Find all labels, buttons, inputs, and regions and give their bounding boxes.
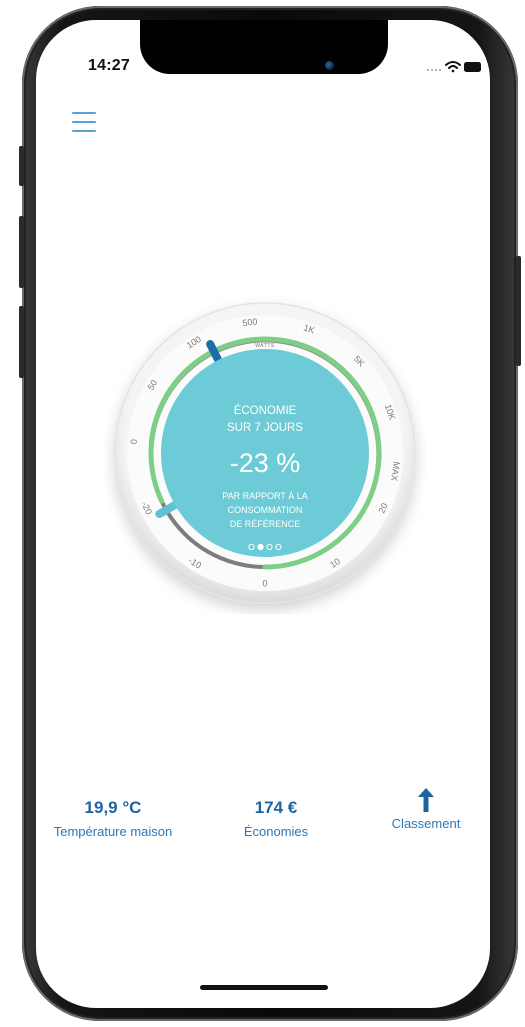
arrow-up-icon — [418, 788, 434, 812]
savings-label: Économies — [243, 824, 309, 839]
gauge-subtitle-line2: CONSOMMATION — [228, 505, 303, 515]
app-screen: 14:27 0 50 100 500 1K 5K 10K MAX -20 -10… — [36, 20, 490, 1008]
savings-value: 174 € — [254, 798, 298, 817]
inner-tick-label: 0 — [262, 578, 267, 588]
temperature-value: 19,9 °C — [84, 798, 142, 817]
wifi-icon — [445, 61, 461, 73]
home-indicator — [200, 985, 328, 990]
gauge-title-line2: SUR 7 JOURS — [227, 422, 303, 434]
outer-tick-label: 500 — [242, 316, 258, 328]
temperature-stat[interactable]: 19,9 °C Température maison — [38, 798, 188, 839]
temperature-label: Température maison — [53, 824, 173, 839]
gauge-title-line1: ÉCONOMIE — [234, 404, 297, 417]
battery-icon — [464, 62, 481, 72]
consumption-gauge: 0501005001K5K10KMAX -20-1001020 WATTS ÉC… — [114, 302, 416, 604]
volume-down-button — [19, 306, 24, 378]
page-dot[interactable] — [257, 543, 264, 551]
status-time: 14:27 — [88, 57, 130, 74]
status-indicators — [427, 61, 481, 73]
savings-stat[interactable]: 174 € Économies — [201, 798, 351, 839]
front-camera — [325, 61, 334, 70]
volume-up-button — [19, 216, 24, 288]
ranking-label: Classement — [391, 816, 461, 831]
power-button — [516, 256, 521, 366]
gauge-value: -23 % — [230, 448, 301, 478]
signal-icon — [427, 69, 441, 71]
gauge-unit-label: WATTS — [255, 343, 275, 349]
outer-tick-label: 0 — [129, 439, 139, 445]
notch — [140, 20, 388, 74]
gauge-subtitle-line1: PAR RAPPORT À LA — [222, 491, 308, 501]
mute-switch — [19, 146, 24, 186]
ranking-stat[interactable]: Classement — [356, 788, 490, 831]
menu-button[interactable] — [70, 110, 100, 134]
gauge-subtitle-line3: DE RÉFÉRENCE — [230, 519, 301, 529]
